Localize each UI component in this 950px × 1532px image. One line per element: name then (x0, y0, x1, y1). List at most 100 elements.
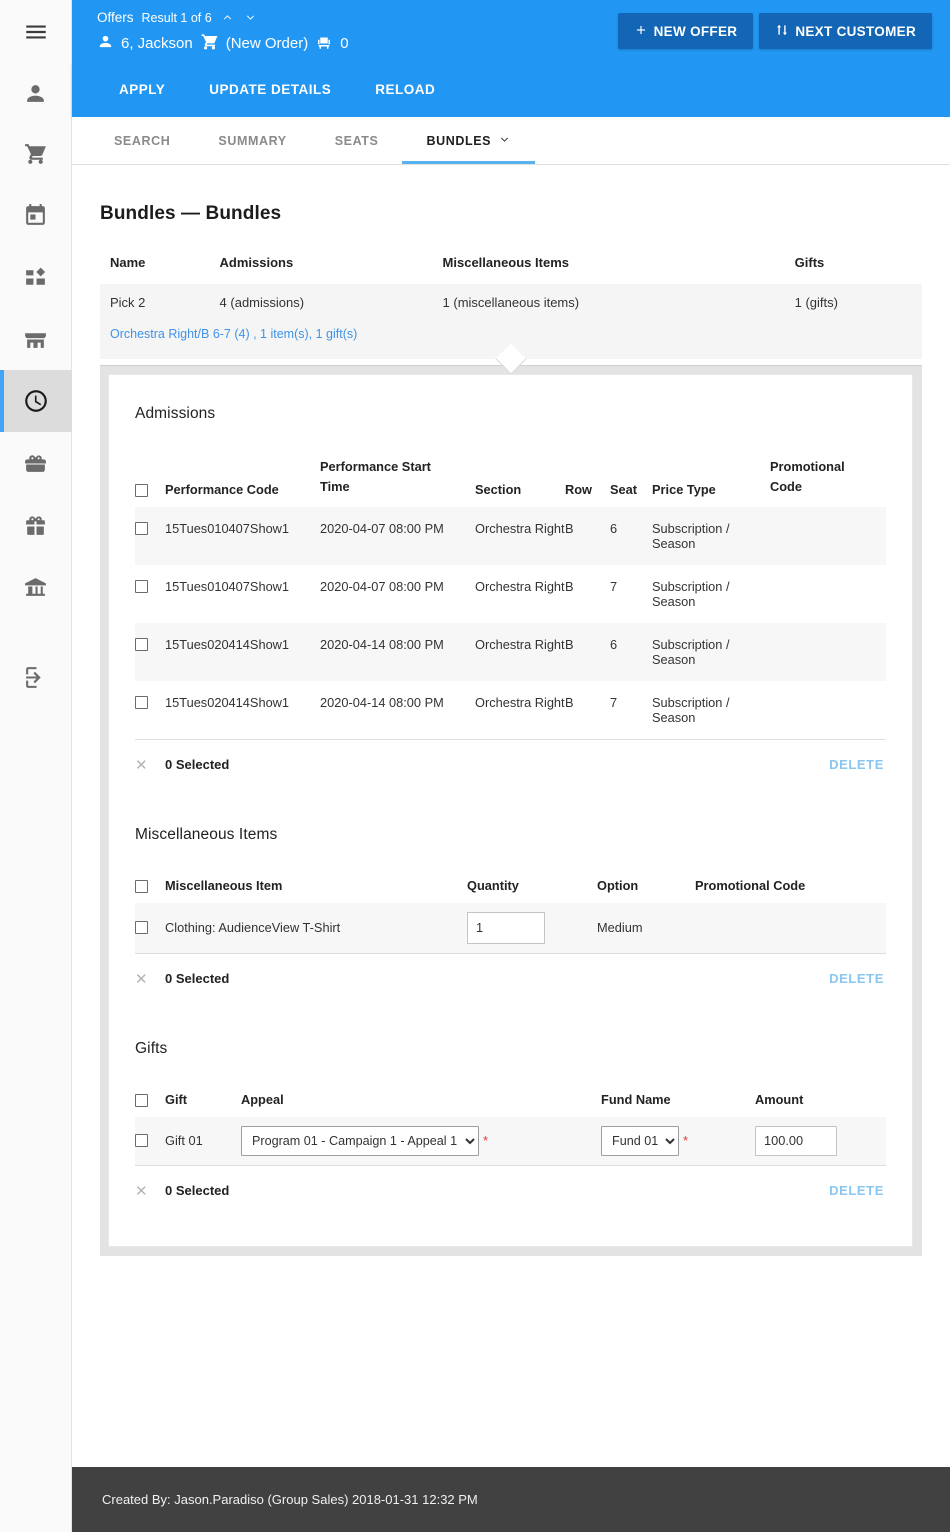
clear-selection-close-icon[interactable]: ✕ (135, 970, 165, 988)
cell-row: B (565, 636, 574, 652)
admissions-select-all-checkbox[interactable] (135, 483, 148, 497)
new-offer-button[interactable]: NEW OFFER (617, 13, 754, 49)
gifts-select-all-checkbox[interactable] (135, 1093, 148, 1107)
cell-price-type: Subscription / Season (652, 520, 730, 551)
miscellaneous-select-all-cell (135, 879, 165, 893)
table-row[interactable]: 15Tues020414Show1 2020-04-14 08:00 PM Or… (135, 681, 886, 739)
column-header-seat: Seat (610, 481, 638, 497)
tab-search[interactable]: SEARCH (90, 117, 194, 164)
admissions-selected-count: 0 Selected (165, 757, 230, 773)
header-result-text: Result 1 of 6 (141, 10, 212, 25)
miscellaneous-table: Miscellaneous Item Quantity Option Promo… (135, 878, 886, 994)
cell-performance-code: 15Tues020414Show1 (165, 694, 290, 710)
clear-selection-close-icon[interactable]: ✕ (135, 756, 165, 774)
admissions-delete-button[interactable]: DELETE (829, 757, 886, 772)
next-customer-label: NEXT CUSTOMER (795, 23, 916, 39)
sidebar-item-cart[interactable] (0, 122, 72, 184)
swap-vertical-icon (775, 22, 789, 41)
miscellaneous-delete-button[interactable]: DELETE (829, 971, 886, 986)
column-header-section: Section (475, 481, 522, 497)
plus-icon (634, 23, 648, 40)
sidebar-item-menu[interactable] (0, 0, 72, 64)
bank-icon (23, 575, 48, 600)
table-row[interactable]: 15Tues010407Show1 2020-04-07 08:00 PM Or… (135, 506, 886, 565)
sidebar-item-customer[interactable] (0, 64, 72, 122)
footer: Created By: Jason.Paradiso (Group Sales)… (72, 1467, 950, 1532)
shopping-cart-icon (23, 141, 48, 166)
bundle-miscellaneous-count: 1 (miscellaneous items) (442, 295, 580, 310)
gifts-table-header: Gift Appeal Fund Name Amount (135, 1092, 886, 1117)
amount-input[interactable] (755, 1125, 837, 1156)
tab-bundles[interactable]: BUNDLES (402, 117, 535, 164)
cell-section: Orchestra Right (475, 520, 565, 536)
miscellaneous-select-all-checkbox[interactable] (135, 879, 148, 893)
cell-seat: 6 (610, 636, 618, 652)
cell-performance-start-time: 2020-04-07 08:00 PM (320, 578, 444, 594)
apply-button[interactable]: APPLY (97, 72, 187, 107)
sidebar-item-gifts[interactable] (0, 494, 72, 556)
table-row[interactable]: 15Tues020414Show1 2020-04-14 08:00 PM Or… (135, 622, 886, 681)
update-details-button[interactable]: UPDATE DETAILS (187, 72, 353, 107)
row-select-cell (135, 1134, 165, 1148)
sidebar-item-institution[interactable] (0, 556, 72, 618)
column-header-price-type: Price Type (652, 481, 716, 497)
chevron-down-icon[interactable] (498, 133, 511, 149)
fund-select[interactable]: Fund 01 (601, 1125, 679, 1156)
column-header-name: Name (110, 255, 146, 270)
bundle-table-row[interactable]: Pick 2 4 (admissions) 1 (miscellaneous i… (100, 284, 922, 321)
seat-count: 0 (340, 35, 349, 52)
sidebar-item-store[interactable] (0, 308, 72, 370)
column-header-appeal: Appeal (241, 1091, 284, 1107)
next-result-caret-icon[interactable] (243, 11, 258, 24)
column-header-row: Row (565, 481, 593, 497)
clear-selection-close-icon[interactable]: ✕ (135, 1182, 165, 1200)
quantity-input[interactable] (467, 911, 545, 944)
column-header-quantity: Quantity (467, 877, 519, 893)
sidebar-item-logout[interactable] (0, 646, 72, 708)
cell-performance-code: 15Tues010407Show1 (165, 520, 290, 536)
clock-icon (23, 388, 49, 414)
calendar-icon (23, 203, 48, 228)
next-customer-button[interactable]: NEXT CUSTOMER (759, 13, 932, 49)
previous-result-caret-icon[interactable] (220, 11, 235, 24)
gifts-delete-button[interactable]: DELETE (829, 1183, 886, 1198)
column-header-misc-promotional-code: Promotional Code (695, 877, 806, 893)
column-header-amount: Amount (755, 1091, 804, 1107)
cell-price-type: Subscription / Season (652, 636, 730, 667)
gifts-table: Gift Appeal Fund Name Amount Gift 01 Pro… (135, 1092, 886, 1206)
reload-button[interactable]: RELOAD (353, 72, 457, 107)
tab-seats[interactable]: SEATS (311, 117, 403, 164)
main-content: Bundles — Bundles Name Admissions Miscel… (72, 165, 950, 1256)
bundle-table-header: Name Admissions Miscellaneous Items Gift… (100, 255, 922, 284)
appeal-select[interactable]: Program 01 - Campaign 1 - Appeal 1 (241, 1125, 479, 1156)
customer-name[interactable]: 6, Jackson (121, 35, 193, 52)
header-customer-info: 6, Jackson (New Order) 0 (97, 32, 349, 55)
table-row[interactable]: Gift 01 Program 01 - Campaign 1 - Appeal… (135, 1116, 886, 1165)
cell-performance-start-time: 2020-04-07 08:00 PM (320, 520, 444, 536)
cell-fund-name: Fund 01 * (601, 1125, 755, 1156)
table-row[interactable]: 15Tues010407Show1 2020-04-07 08:00 PM Or… (135, 565, 886, 623)
sidebar-item-history[interactable] (0, 370, 72, 432)
cell-seat: 7 (610, 578, 618, 594)
sidebar-item-tickets[interactable] (0, 432, 72, 494)
tab-summary[interactable]: SUMMARY (194, 117, 310, 164)
sidebar-item-dashboard[interactable] (0, 246, 72, 308)
row-checkbox[interactable] (135, 1134, 148, 1148)
dashboard-icon (23, 265, 48, 290)
row-checkbox[interactable] (135, 921, 148, 935)
cell-section: Orchestra Right (475, 636, 565, 652)
miscellaneous-table-header: Miscellaneous Item Quantity Option Promo… (135, 878, 886, 903)
table-row[interactable]: Clothing: AudienceView T-Shirt Medium (135, 902, 886, 953)
cell-performance-code: 15Tues020414Show1 (165, 636, 290, 652)
gifts-selection-bar: ✕ 0 Selected DELETE (135, 1164, 886, 1206)
order-label[interactable]: (New Order) (226, 35, 309, 52)
cell-row: B (565, 578, 574, 594)
row-checkbox[interactable] (135, 579, 148, 593)
bundle-gifts-count: 1 (gifts) (794, 295, 838, 310)
row-checkbox[interactable] (135, 521, 148, 535)
row-checkbox[interactable] (135, 637, 148, 651)
row-checkbox[interactable] (135, 695, 148, 709)
bundle-admissions-count: 4 (admissions) (219, 295, 305, 310)
action-bar: APPLY UPDATE DETAILS RELOAD (72, 62, 950, 117)
sidebar-item-calendar[interactable] (0, 184, 72, 246)
